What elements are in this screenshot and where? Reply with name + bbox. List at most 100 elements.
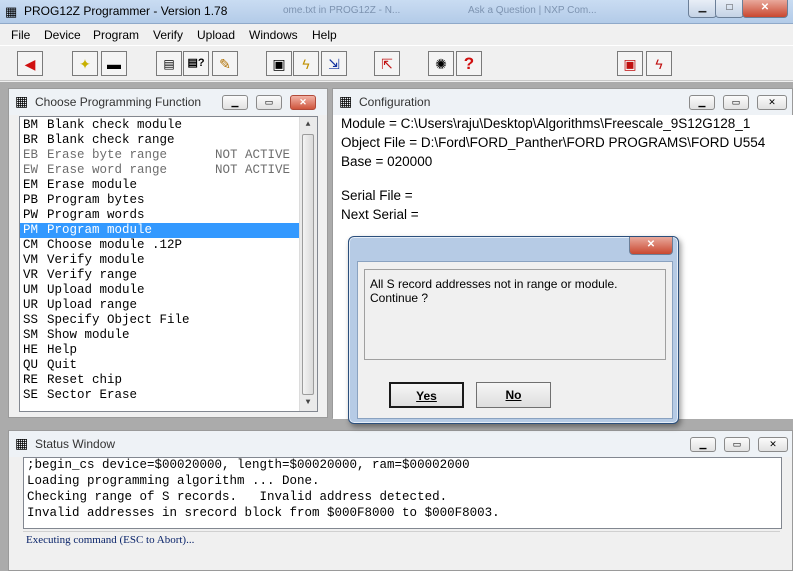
status-line: Loading programming algorithm ... Done. [27, 474, 320, 488]
function-item-um[interactable]: UM Upload module [20, 283, 303, 298]
status-minimize-button[interactable]: ▁ [690, 437, 716, 452]
function-list[interactable]: BM Blank check module BR Blank check range E… [19, 116, 318, 412]
child-minimize-button[interactable]: ▁ [222, 95, 248, 110]
function-item-br[interactable]: BR Blank check range [20, 133, 303, 148]
toolbar: ◀ ✦ ▬ ▤ ▤? ✎ ▣ ϟ ⇲ ⇱ ✺ ? ▣ ϟ [0, 45, 793, 81]
function-code: EB [23, 148, 39, 162]
yes-button[interactable]: Yes [389, 382, 464, 408]
function-code: RE [23, 373, 39, 387]
status-close-button[interactable]: ✕ [758, 437, 788, 452]
menu-upload[interactable]: Upload [197, 28, 235, 42]
function-item-cm[interactable]: CM Choose module .12P [20, 238, 303, 253]
function-label: Specify Object File [47, 313, 190, 327]
chip-icon: ▦ [339, 93, 353, 109]
status-line: ;begin_cs device=$00020000, length=$0002… [27, 458, 470, 472]
function-code: CM [23, 238, 39, 252]
status-window: ▦ Status Window ▁ ▭ ✕ ;begin_cs device=$… [8, 430, 793, 571]
scroll-thumb[interactable] [302, 134, 314, 395]
dialog-close-button[interactable]: ✕ [629, 237, 673, 255]
function-label: Program words [47, 208, 145, 222]
window-title: PROG12Z Programmer - Version 1.78 [24, 4, 228, 18]
save-red-icon[interactable]: ▣ [617, 51, 643, 76]
function-item-qu[interactable]: QU Quit [20, 358, 303, 373]
function-code: SM [23, 328, 39, 342]
function-code: SS [23, 313, 39, 327]
function-item-ew[interactable]: EW Erase word range NOT ACTIVE [20, 163, 303, 178]
status-title: Status Window [35, 437, 116, 451]
dialog-question: Continue ? [370, 291, 429, 305]
bulb-icon[interactable]: ✦ [72, 51, 98, 76]
no-button-label: No [505, 388, 522, 402]
function-item-bm[interactable]: BM Blank check module [20, 118, 303, 133]
pencil-icon[interactable]: ✎ [212, 51, 238, 76]
config-restore-button[interactable]: ▭ [723, 95, 749, 110]
function-item-sm[interactable]: SM Show module [20, 328, 303, 343]
function-item-em[interactable]: EM Erase module [20, 178, 303, 193]
function-item-vm[interactable]: VM Verify module [20, 253, 303, 268]
no-button[interactable]: No [476, 382, 551, 408]
menu-help[interactable]: Help [312, 28, 337, 42]
function-label: Program module [47, 223, 153, 237]
configuration-title: Configuration [359, 95, 431, 109]
function-item-re[interactable]: RE Reset chip [20, 373, 303, 388]
function-label: Upload module [47, 283, 145, 297]
function-label: Verify module [47, 253, 145, 267]
background-tab-2: Ask a Question | NXP Com... [468, 5, 597, 16]
configuration-header: ▦ Configuration ▁ ▭ ✕ [333, 89, 792, 115]
function-code: EW [23, 163, 39, 177]
choose-function-header: ▦ Choose Programming Function ▁ ▭ ✕ [9, 89, 327, 115]
function-status: NOT ACTIVE [215, 163, 291, 177]
function-item-vr[interactable]: VR Verify range [20, 268, 303, 283]
lightning-icon[interactable]: ϟ [293, 51, 319, 76]
function-item-se[interactable]: SE Sector Erase [20, 388, 303, 403]
confirm-dialog: ✕ All S record addresses not in range or… [348, 236, 679, 424]
menu-program[interactable]: Program [93, 28, 139, 42]
scroll-up-arrow-icon[interactable]: ▲ [300, 117, 316, 133]
close-button[interactable]: ✕ [742, 0, 788, 18]
function-item-pw[interactable]: PW Program words [20, 208, 303, 223]
function-item-he[interactable]: HE Help [20, 343, 303, 358]
query-list-icon[interactable]: ▤? [183, 51, 209, 76]
settings-icon[interactable]: ✺ [428, 51, 454, 76]
function-list-scrollbar[interactable]: ▲ ▼ [299, 117, 317, 411]
function-item-ur[interactable]: UR Upload range [20, 298, 303, 313]
menu-verify[interactable]: Verify [153, 28, 183, 42]
scroll-down-arrow-icon[interactable]: ▼ [300, 395, 316, 411]
back-arrow-icon[interactable]: ◀ [17, 51, 43, 76]
config-base: Base = 020000 [341, 154, 433, 169]
function-label: Show module [47, 328, 130, 342]
function-label: Help [47, 343, 78, 357]
function-code: VM [23, 253, 39, 267]
function-code: QU [23, 358, 39, 372]
function-label: Choose module .12P [47, 238, 183, 252]
status-restore-button[interactable]: ▭ [724, 437, 750, 452]
chip-icon[interactable]: ▬ [101, 51, 127, 76]
menu-windows[interactable]: Windows [249, 28, 298, 42]
function-item-eb[interactable]: EB Erase byte range NOT ACTIVE [20, 148, 303, 163]
upload-icon[interactable]: ⇱ [374, 51, 400, 76]
function-item-ss[interactable]: SS Specify Object File [20, 313, 303, 328]
minimize-button[interactable]: ▁ [688, 0, 717, 18]
child-close-button[interactable]: ✕ [290, 95, 316, 110]
yes-button-label: Yes [416, 389, 437, 403]
child-restore-button[interactable]: ▭ [256, 95, 282, 110]
config-minimize-button[interactable]: ▁ [689, 95, 715, 110]
function-item-pm[interactable]: PM Program module [20, 223, 303, 238]
list-icon[interactable]: ▤ [156, 51, 182, 76]
help-icon[interactable]: ? [456, 51, 482, 76]
status-line: Invalid addresses in srecord block from … [27, 506, 500, 520]
maximize-button[interactable]: □ [715, 0, 744, 18]
dialog-message-box: All S record addresses not in range or m… [364, 269, 666, 360]
save-icon[interactable]: ▣ [266, 51, 292, 76]
program-red-icon[interactable]: ϟ [646, 51, 672, 76]
config-close-button[interactable]: ✕ [757, 95, 787, 110]
function-item-pb[interactable]: PB Program bytes [20, 193, 303, 208]
function-code: EM [23, 178, 39, 192]
choose-function-window: ▦ Choose Programming Function ▁ ▭ ✕ BM Bl… [8, 88, 328, 418]
menu-file[interactable]: File [11, 28, 30, 42]
config-serial-file: Serial File = [341, 188, 413, 203]
menu-device[interactable]: Device [44, 28, 81, 42]
background-tab-1: ome.txt in PROG12Z - N... [283, 5, 401, 16]
function-code: VR [23, 268, 39, 282]
download-icon[interactable]: ⇲ [321, 51, 347, 76]
